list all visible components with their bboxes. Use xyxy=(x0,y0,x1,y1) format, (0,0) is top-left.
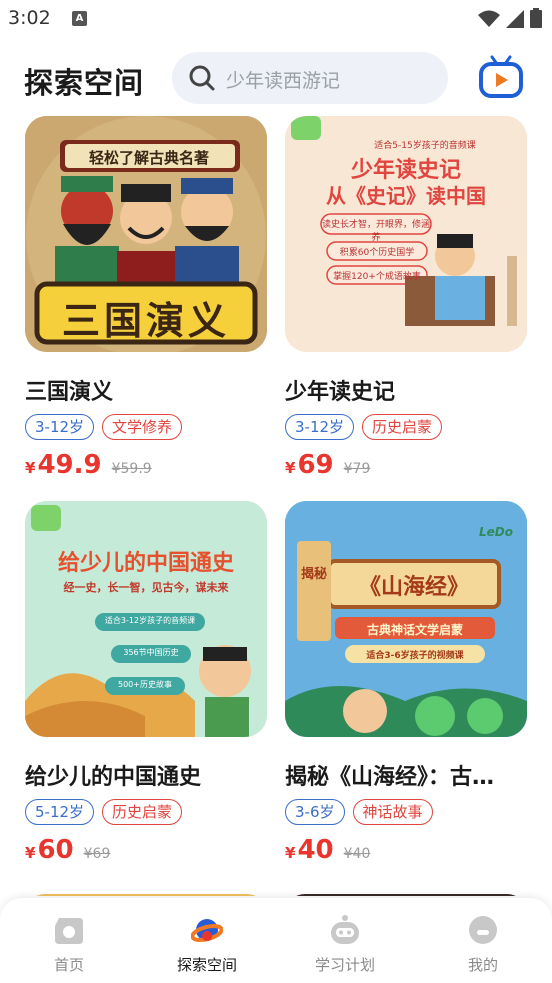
course-tags: 3-12岁 历史启蒙 xyxy=(285,414,527,440)
course-card-partial-right[interactable] xyxy=(285,894,527,896)
age-tag: 3-6岁 xyxy=(285,799,345,825)
course-cover-tongshi: 给少儿的中国通史 经一史，长一智，见古今，谋未来 适合3-12岁孩子的音频课 3… xyxy=(25,501,267,737)
tab-label: 学习计划 xyxy=(314,956,375,974)
image-caption: 给少儿的中国通史 xyxy=(57,551,234,576)
search-input[interactable]: 少年读西游记 xyxy=(172,52,448,104)
course-tags: 3-12岁 文学修养 xyxy=(25,414,267,440)
tab-label: 首页 xyxy=(53,956,84,974)
battery-icon xyxy=(530,8,542,28)
search-placeholder: 少年读西游记 xyxy=(226,70,341,92)
status-time: 3:02 xyxy=(8,7,51,29)
tab-home[interactable]: 首页 xyxy=(19,914,119,975)
status-icons xyxy=(478,8,542,28)
category-tag: 神话故事 xyxy=(352,799,433,825)
ledo-logo: LeDo xyxy=(479,525,513,539)
course-card-partial-left[interactable] xyxy=(25,894,267,896)
original-price: ¥40 xyxy=(343,846,371,862)
category-tag: 历史启蒙 xyxy=(362,414,443,440)
tab-explore[interactable]: 探索空间 xyxy=(157,914,257,975)
currency-symbol: ¥ xyxy=(25,844,36,862)
image-info-1: 适合3-12岁孩子的音频课 xyxy=(104,616,196,625)
currency-symbol: ¥ xyxy=(25,459,36,477)
price-row: ¥ 49.9 ¥59.9 xyxy=(25,450,267,480)
original-price: ¥79 xyxy=(343,461,371,477)
image-caption: 《山海经》 xyxy=(358,575,469,600)
page-title: 探索空间 xyxy=(24,66,145,100)
course-card-shiji[interactable]: 少年读史记 从《史记》读中国 读史长才智，开眼界，修涵养 适合5-15岁孩子的音… xyxy=(285,116,527,480)
course-cover-shanhaijing: 《山海经》 揭秘 古典神话文学启蒙 适合3-6岁孩子的视频课 LeDo xyxy=(285,501,527,737)
age-tag: 3-12岁 xyxy=(25,414,95,440)
course-card-shanhaijing[interactable]: 《山海经》 揭秘 古典神话文学启蒙 适合3-6岁孩子的视频课 LeDo 揭秘《山… xyxy=(285,501,527,865)
price: 60 xyxy=(37,835,74,865)
course-cover-sanguo: 轻松了解古典名著 三国演义 xyxy=(25,116,267,352)
course-tags: 5-12岁 历史启蒙 xyxy=(25,799,267,825)
category-tag: 文学修养 xyxy=(102,414,183,440)
image-subtitle: 古典神话文学启蒙 xyxy=(366,623,463,637)
image-subtitle: 经一史，长一智，见古今，谋未来 xyxy=(63,581,229,594)
image-info-2: 356节中国历史 xyxy=(123,648,179,657)
tab-label: 探索空间 xyxy=(176,956,237,974)
category-tag: 历史启蒙 xyxy=(102,799,183,825)
course-title: 揭秘《山海经》：古… xyxy=(285,765,495,790)
image-caption: 三国演义 xyxy=(61,299,230,343)
currency-symbol: ¥ xyxy=(285,459,296,477)
image-info-3: 500+历史故事 xyxy=(118,680,172,689)
robot-icon xyxy=(331,915,359,944)
price-row: ¥ 60 ¥69 xyxy=(25,835,267,865)
image-info-1: 适合5-15岁孩子的音频课 xyxy=(374,141,476,151)
status-bar: 3:02 A xyxy=(0,0,552,40)
original-price: ¥59.9 xyxy=(111,461,152,477)
planet-icon xyxy=(190,919,224,942)
banner-text: 轻松了解古典名著 xyxy=(88,149,209,167)
wifi-icon xyxy=(478,10,500,27)
course-title: 三国演义 xyxy=(25,380,114,405)
bottom-tab-bar: 首页 探索空间 学习计划 我的 xyxy=(0,898,552,983)
price-row: ¥ 69 ¥79 xyxy=(285,450,527,480)
price: 69 xyxy=(297,450,334,480)
age-tag: 5-12岁 xyxy=(25,799,95,825)
image-info: 适合3-6岁孩子的视频课 xyxy=(366,651,464,661)
tab-study-plan[interactable]: 学习计划 xyxy=(295,914,395,975)
image-tagline: 读史长才智，开眼界，修涵养 xyxy=(321,220,430,243)
age-tag: 3-12岁 xyxy=(285,414,355,440)
image-side-label: 揭秘 xyxy=(301,567,328,582)
price: 49.9 xyxy=(37,450,102,480)
course-cover-shiji: 少年读史记 从《史记》读中国 读史长才智，开眼界，修涵养 适合5-15岁孩子的音… xyxy=(285,116,527,352)
header: 探索空间 少年读西游记 xyxy=(0,40,552,116)
course-title: 给少儿的中国通史 xyxy=(25,765,202,790)
course-card-tongshi[interactable]: 给少儿的中国通史 经一史，长一智，见古今，谋未来 适合3-12岁孩子的音频课 3… xyxy=(25,501,267,865)
price: 40 xyxy=(297,835,334,865)
course-grid: 轻松了解古典名著 三国演义 三国演义 3-12岁 文学修养 ¥ 49.9 ¥59… xyxy=(0,116,552,896)
tab-label: 我的 xyxy=(467,956,498,974)
course-title: 少年读史记 xyxy=(285,380,396,405)
tv-icon[interactable] xyxy=(478,54,524,100)
course-tags: 3-6岁 神话故事 xyxy=(285,799,527,825)
profile-icon xyxy=(469,916,497,944)
original-price: ¥69 xyxy=(83,846,111,862)
search-icon xyxy=(189,65,215,91)
image-info-2: 积累60个历史国学 xyxy=(339,248,415,258)
image-subtitle: 从《史记》读中国 xyxy=(326,184,486,208)
course-card-sanguo[interactable]: 轻松了解古典名著 三国演义 三国演义 3-12岁 文学修养 ¥ 49.9 ¥59… xyxy=(25,116,267,480)
price-row: ¥ 40 ¥40 xyxy=(285,835,527,865)
notification-icon: A xyxy=(72,11,87,26)
tab-profile[interactable]: 我的 xyxy=(433,914,533,975)
signal-icon xyxy=(506,10,524,28)
home-icon xyxy=(55,918,83,944)
currency-symbol: ¥ xyxy=(285,844,296,862)
image-info-3: 掌握120+个成语故事 xyxy=(333,272,421,282)
